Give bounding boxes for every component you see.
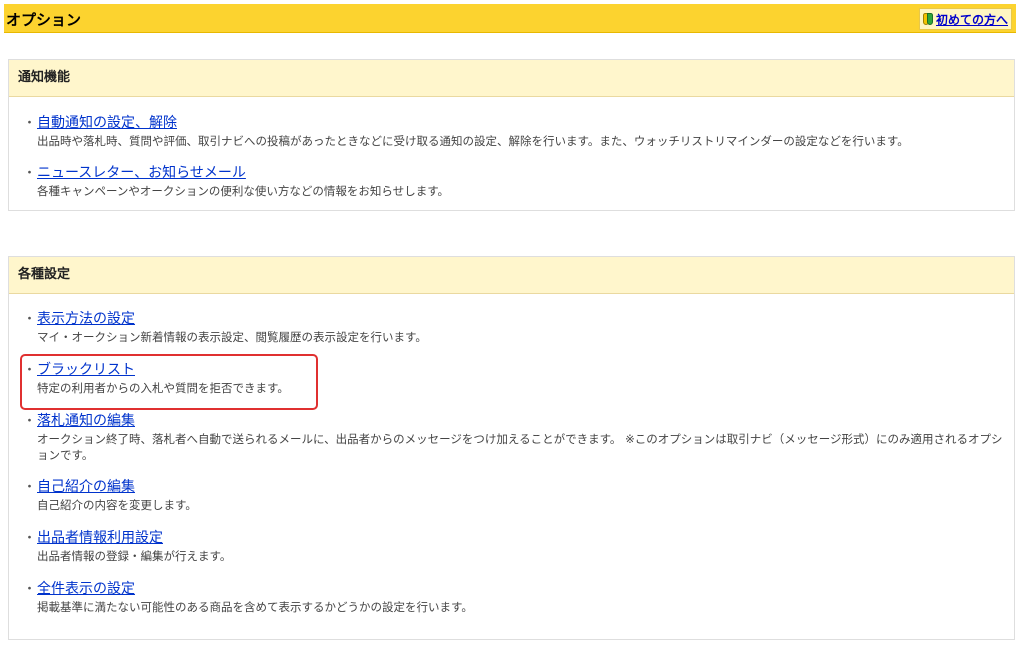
- list-item: ・ 自動通知の設定、解除 出品時や落札時、質問や評価、取引ナビへの投稿があったと…: [9, 112, 1014, 154]
- bullet: ・: [23, 582, 37, 597]
- bullet: ・: [23, 166, 37, 181]
- display-settings-desc: マイ・オークション新着情報の表示設定、閲覧履歴の表示設定を行います。: [37, 330, 427, 344]
- bullet: ・: [23, 531, 37, 546]
- page-header: オプション 初めての方へ: [4, 4, 1016, 33]
- auto-notification-link[interactable]: 自動通知の設定、解除: [37, 113, 177, 133]
- show-all-settings-desc: 掲載基準に満たない可能性のある商品を含めて表示するかどうかの設定を行います。: [37, 600, 473, 614]
- self-intro-edit-desc: 自己紹介の内容を変更します。: [37, 498, 197, 512]
- settings-section: 各種設定 ・ 表示方法の設定 マイ・オークション新着情報の表示設定、閲覧履歴の表…: [8, 256, 1015, 640]
- bullet: ・: [23, 480, 37, 495]
- list-item: ・ ブラックリスト 特定の利用者からの入札や質問を拒否できます。: [9, 359, 1014, 397]
- list-item: ・ 落札通知の編集 オークション終了時、落札者へ自動で送られるメールに、出品者か…: [9, 410, 1014, 463]
- bullet: ・: [23, 363, 37, 378]
- list-item: ・ 自己紹介の編集 自己紹介の内容を変更します。: [9, 476, 1014, 514]
- notifications-section: 通知機能 ・ 自動通知の設定、解除 出品時や落札時、質問や評価、取引ナビへの投稿…: [8, 59, 1015, 211]
- bullet: ・: [23, 116, 37, 131]
- list-item: ・ 全件表示の設定 掲載基準に満たない可能性のある商品を含めて表示するかどうかの…: [9, 578, 1014, 616]
- display-settings-link[interactable]: 表示方法の設定: [37, 309, 135, 329]
- list-item: ・ ニュースレター、お知らせメール 各種キャンペーンやオークションの便利な使い方…: [9, 162, 1014, 204]
- page-title: オプション: [6, 11, 82, 29]
- list-item: ・ 表示方法の設定 マイ・オークション新着情報の表示設定、閲覧履歴の表示設定を行…: [9, 308, 1014, 346]
- auto-notification-desc: 出品時や落札時、質問や評価、取引ナビへの投稿があったときなどに受け取る通知の設定…: [37, 134, 909, 148]
- beginner-guide-link[interactable]: 初めての方へ: [918, 8, 1012, 30]
- list-item: ・ 出品者情報利用設定 出品者情報の登録・編集が行えます。: [9, 527, 1014, 565]
- blacklist-desc: 特定の利用者からの入札や質問を拒否できます。: [37, 381, 289, 395]
- winning-notice-edit-desc: オークション終了時、落札者へ自動で送られるメールに、出品者からのメッセージをつけ…: [37, 432, 1003, 462]
- show-all-settings-link[interactable]: 全件表示の設定: [37, 579, 135, 599]
- blacklist-link[interactable]: ブラックリスト: [37, 360, 135, 380]
- beginner-leaf-icon: [922, 13, 933, 25]
- newsletter-link[interactable]: ニュースレター、お知らせメール: [37, 163, 246, 183]
- settings-section-title: 各種設定: [9, 257, 1014, 294]
- seller-info-settings-desc: 出品者情報の登録・編集が行えます。: [37, 549, 232, 563]
- newsletter-desc: 各種キャンペーンやオークションの便利な使い方などの情報をお知らせします。: [37, 184, 450, 198]
- self-intro-edit-link[interactable]: 自己紹介の編集: [37, 477, 135, 497]
- seller-info-settings-link[interactable]: 出品者情報利用設定: [37, 528, 163, 548]
- bullet: ・: [23, 312, 37, 327]
- notifications-section-title: 通知機能: [9, 60, 1014, 97]
- bullet: ・: [23, 414, 37, 429]
- winning-notice-edit-link[interactable]: 落札通知の編集: [37, 411, 135, 431]
- beginner-guide-text[interactable]: 初めての方へ: [936, 11, 1008, 28]
